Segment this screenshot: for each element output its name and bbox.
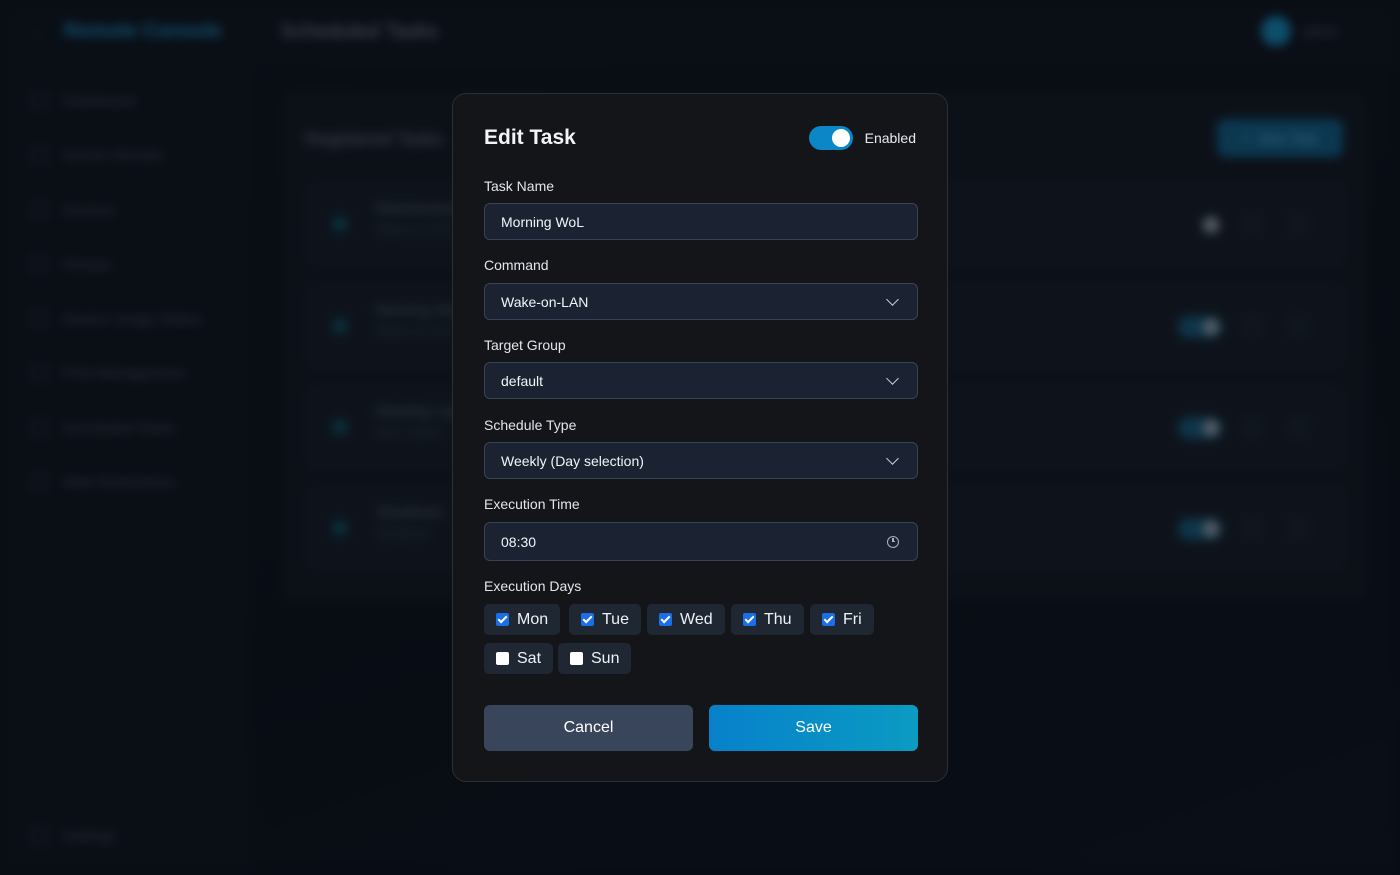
execution-time-value: 08:30 xyxy=(501,533,537,550)
checkbox-unchecked[interactable] xyxy=(496,652,509,665)
day-label: Mon xyxy=(517,610,549,628)
day-sun-checkbox[interactable]: Sun xyxy=(558,643,632,674)
target-group-select[interactable]: default xyxy=(484,362,918,399)
day-label: Wed xyxy=(680,610,713,628)
checkbox-checked[interactable] xyxy=(659,613,672,626)
chevron-down-icon xyxy=(886,292,899,306)
target-group-value: default xyxy=(501,372,544,389)
checkbox-unchecked[interactable] xyxy=(570,652,583,665)
chevron-down-icon xyxy=(886,451,899,465)
execution-time-input[interactable]: 08:30 xyxy=(484,522,918,561)
day-thu-checkbox[interactable]: Thu xyxy=(731,604,804,635)
enabled-control: Enabled xyxy=(808,126,916,150)
modal-title: Edit Task xyxy=(484,126,576,149)
day-label: Tue xyxy=(602,610,629,628)
day-wed-checkbox[interactable]: Wed xyxy=(647,604,725,635)
day-label: Sun xyxy=(591,649,620,667)
checkbox-checked[interactable] xyxy=(743,613,756,626)
checkbox-checked[interactable] xyxy=(496,613,509,626)
task-name-label: Task Name xyxy=(484,178,555,194)
enabled-toggle[interactable] xyxy=(808,126,853,150)
schedule-type-select[interactable]: Weekly (Day selection) xyxy=(484,442,918,479)
schedule-type-label: Schedule Type xyxy=(484,417,577,433)
day-tue-checkbox[interactable]: Tue xyxy=(569,604,641,635)
day-mon-checkbox[interactable]: Mon xyxy=(484,604,561,635)
command-value: Wake-on-LAN xyxy=(501,293,589,310)
clock-icon[interactable] xyxy=(887,535,899,548)
day-label: Sat xyxy=(517,649,542,667)
day-label: Thu xyxy=(764,610,792,628)
command-label: Command xyxy=(484,257,549,273)
cancel-button[interactable]: Cancel xyxy=(484,705,693,751)
execution-time-label: Execution Time xyxy=(484,496,580,512)
day-label: Fri xyxy=(843,610,862,628)
execution-days-label: Execution Days xyxy=(484,578,582,594)
chevron-down-icon xyxy=(886,371,899,385)
task-name-input[interactable]: Morning WoL xyxy=(484,203,918,240)
enabled-label: Enabled xyxy=(864,130,916,146)
checkbox-checked[interactable] xyxy=(581,613,594,626)
edit-task-modal: Edit Task Enabled Task Name Morning WoL … xyxy=(452,93,948,782)
target-group-label: Target Group xyxy=(484,337,566,353)
checkbox-checked[interactable] xyxy=(822,613,835,626)
command-select[interactable]: Wake-on-LAN xyxy=(484,283,918,320)
schedule-type-value: Weekly (Day selection) xyxy=(501,452,644,469)
day-sat-checkbox[interactable]: Sat xyxy=(484,643,554,674)
task-name-value: Morning WoL xyxy=(501,213,585,230)
toggle-knob xyxy=(831,129,850,147)
save-button[interactable]: Save xyxy=(709,705,918,751)
day-fri-checkbox[interactable]: Fri xyxy=(810,604,874,635)
